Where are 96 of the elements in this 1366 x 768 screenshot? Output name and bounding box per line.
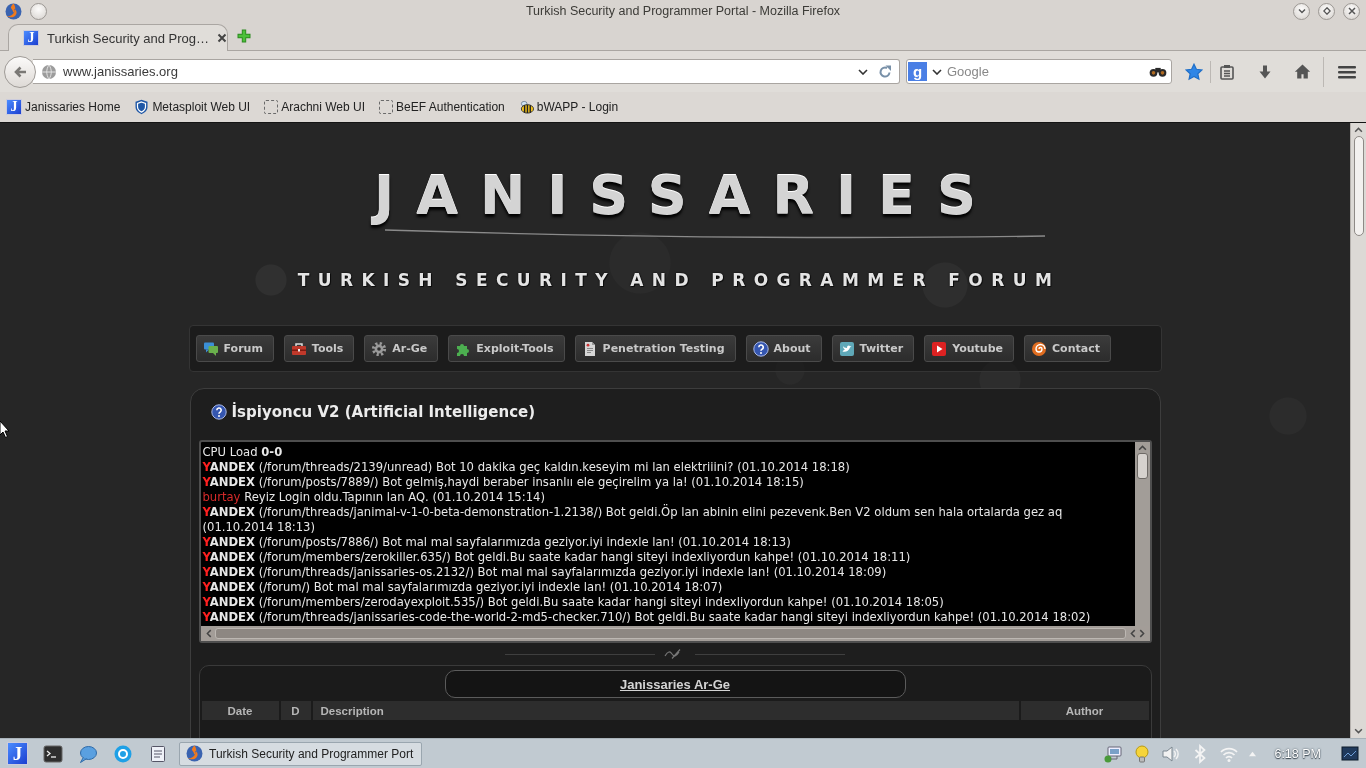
column-header[interactable]: Author [1020,701,1149,720]
bookmark-link[interactable]: Arachni Web UI [264,100,365,114]
binoculars-icon[interactable] [1149,66,1167,77]
log-line: burtay Reyiz Login oldu.Tapının lan AQ. (01.10.2014 15:14) [202,490,546,505]
scroll-up-icon[interactable] [1354,126,1363,133]
dashed-frame-icon [264,100,279,114]
log-line: YANDEX (/forum/members/zerokiller.635/) Bot geldi.Bu saate kadar hangi siteyi indexliyordun kahpe! (01.10.2014 18:11) [202,550,912,565]
scrollbar-thumb[interactable] [214,628,1126,639]
window-menu-button[interactable] [30,2,47,20]
back-button[interactable] [4,55,36,88]
network-icon[interactable] [1103,743,1124,764]
pointer-icon [0,420,10,440]
swirl-icon [1031,340,1047,357]
log-line: YANDEX (/forum/threads/janissaries-code-the-world-2-md5-checker.710/) Bot geldi.Bu saate kadar hangi siteyi indexliyordun kahpe! (01.10.2014 18:02) [202,610,1092,625]
shield-icon [134,99,150,115]
log-line: YANDEX (/forum/threads/janissaries-os.2132/) Bot mal mal sayfalarımızda geziyor.iyi indexle lan! (01.10.2014 18:09) [202,565,888,580]
column-header[interactable]: Description [312,701,1019,720]
scroll-up-icon[interactable] [1137,444,1147,451]
scrollbar-thumb[interactable] [1136,453,1148,479]
scroll-left-icon[interactable] [1128,629,1136,638]
volume-icon[interactable] [1161,743,1182,764]
bird-icon [838,340,855,357]
nav-button[interactable]: Youtube [924,335,1014,362]
scrollbar[interactable] [1350,123,1366,738]
play-icon [931,340,948,357]
round-app-icon[interactable] [113,743,133,764]
nav-button[interactable]: Contact [1024,335,1111,362]
help-icon [752,340,769,357]
app-logo: J [23,30,39,46]
bookmark-link[interactable]: Metasploit Web UI [134,99,251,115]
download-icon[interactable] [1257,63,1273,80]
nav-button[interactable]: About [745,335,822,362]
plus-icon[interactable] [236,28,252,44]
search-engine-logo[interactable]: g [908,62,927,81]
log-line: CPU Load 0-0 [202,445,284,460]
log-line: YANDEX (/forum/members/zerodayexploit.535/) Bot geldi.Bu saate kadar hangi siteyi indexliyordun kahpe! (01.10.2014 18:05) [202,595,945,610]
scroll-left-icon[interactable] [204,629,212,638]
bookmark-link[interactable]: BeEF Authentication [379,100,505,114]
menu-icon[interactable] [1338,63,1356,80]
star-icon[interactable] [1185,62,1203,81]
scroll-down-icon[interactable] [1354,728,1363,735]
toolbox-icon [290,340,307,357]
firefox-icon[interactable] [5,2,22,20]
dashed-frame-icon [379,100,393,114]
scrollbar-thumb[interactable] [1353,136,1364,236]
window-title: Turkish Security and Programmer Portal - Mozilla Firefox [525,4,841,18]
scroll-right-icon[interactable] [1138,629,1146,638]
diamond-icon [1322,7,1331,15]
log-line: YANDEX (/forum/threads/2139/unread) Bot 10 dakika geç kaldın.keseyim mi lan elektriiini? (01.10.2014 18:18) [202,460,851,475]
globe-icon [41,63,57,80]
chat-bubbles-icon [202,340,219,357]
reload-icon[interactable] [878,64,892,79]
nav-button[interactable]: Exploit-Tools [448,335,565,362]
close-icon[interactable] [217,33,228,43]
panel-title: İspiyoncu V2 (Artificial Intelligence) [231,402,536,421]
search-field[interactable]: g Google [906,59,1172,84]
maximize-button[interactable] [1318,2,1335,20]
help-icon [210,403,227,420]
nav-button[interactable]: Ar-Ge [364,335,439,362]
taskbar-button[interactable]: Turkish Security and Programmer Port [179,741,423,766]
bee-icon [518,99,534,115]
firefox-icon [186,745,203,762]
notes-icon[interactable] [148,743,168,764]
bookmark-link[interactable]: bWAPP - Login [518,99,619,115]
nav-button[interactable]: Penetration Testing [574,335,736,362]
address-field[interactable]: www.janissaries.org [33,59,900,84]
browser-tab[interactable]: J Turkish Security and Prog… [8,24,228,51]
log-line: YANDEX (/forum/posts/7886/) Bot mal mal sayfalarımızda geziyor.iyi indexle lan! (01.10.2014 18:13) [202,535,792,550]
gear-icon [371,340,388,357]
site-logo[interactable]: JANISSARIES [352,165,998,227]
scrollbar[interactable] [200,626,1150,641]
column-header[interactable]: Date [201,701,279,720]
close-icon [1347,7,1356,15]
nav-button[interactable]: Tools [283,335,355,362]
site-tagline: TURKISH SECURITY AND PROGRAMMER FORUM [296,269,1061,291]
column-header[interactable]: D [280,701,311,720]
section-link[interactable]: Janissaries Ar-Ge [619,676,731,692]
close-button[interactable] [1343,2,1360,20]
bookmark-link[interactable]: J Janissaries Home [6,99,121,115]
scrollbar[interactable] [1134,442,1150,626]
minimize-button[interactable] [1293,2,1310,20]
chevron-down-icon [1297,7,1306,15]
caret-icon[interactable] [932,68,942,75]
clipboard-icon[interactable] [1219,63,1235,80]
monitor-icon[interactable] [1340,743,1360,764]
terminal-icon[interactable] [43,743,63,764]
app-logo[interactable]: J [7,742,28,765]
log-line: YANDEX (/forum/threads/janimal-v-1-0-beta-demonstration-1.2138/) Bot geldi.Öp lan abinin elini pezevenk.Ben V2 oldum sen hala ortalarda gez aq (01.10.2014 18:13) [202,505,1064,535]
caret-icon[interactable] [858,68,868,75]
log-line: YANDEX (/forum/) Bot mal mal sayfalarımızda geziyor.iyi indexle lan! (01.10.2014 18:07) [202,580,724,595]
app-logo: J [6,99,22,115]
log-line: YANDEX (/forum/posts/7889/) Bot gelmiş,haydi beraber insanlıı ele geçirelim ya la! (01.10.2014 18:15) [202,475,805,490]
home-icon[interactable] [1294,63,1311,80]
nav-button[interactable]: Twitter [831,335,915,362]
speech-bubble-icon[interactable] [78,743,98,764]
nav-button[interactable]: Forum [195,335,274,362]
